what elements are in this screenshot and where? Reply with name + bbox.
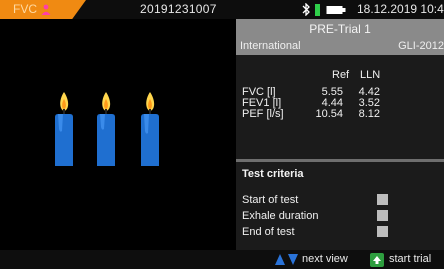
incentive-animation xyxy=(0,19,236,250)
arrow-up-icon xyxy=(373,256,381,264)
candle-icon xyxy=(97,92,115,166)
mode-label: FVC xyxy=(13,2,37,16)
candle-icon xyxy=(141,92,159,166)
criteria-item: End of test xyxy=(242,226,295,238)
candles-scene xyxy=(55,92,159,166)
start-trial-label: start trial xyxy=(389,253,432,265)
results-table: Ref LLN FVC [l] 5.55 4.42 FEV1 [l] 4.44 … xyxy=(236,57,444,157)
test-criteria: Test criteria Start of test Exhale durat… xyxy=(236,162,444,250)
criteria-status-box xyxy=(377,210,388,221)
criteria-item: Start of test xyxy=(242,194,299,206)
battery-icon xyxy=(326,6,346,14)
trial-panel: PRE-Trial 1 International GLI-2012 Ref L… xyxy=(236,19,444,250)
row-label: PEF [l/s] xyxy=(242,108,284,120)
bottom-action-bar: next view start trial xyxy=(0,250,444,269)
top-status-bar: FVC 20191231007 18.12.2019 10:48 xyxy=(0,0,444,19)
arrow-up-icon xyxy=(275,254,285,265)
criteria-status-box xyxy=(377,226,388,237)
person-icon xyxy=(41,4,51,15)
signal-icon xyxy=(315,4,320,16)
trial-title: PRE-Trial 1 xyxy=(309,22,371,36)
next-view-button[interactable] xyxy=(274,253,299,266)
mode-tab-fvc[interactable]: FVC xyxy=(0,0,86,19)
arrow-down-icon xyxy=(288,254,298,265)
column-header: Ref xyxy=(332,69,350,81)
lln-value: 8.12 xyxy=(358,108,380,120)
status-icons xyxy=(302,2,346,17)
norm-source: GLI-2012 xyxy=(398,40,444,52)
candle-icon xyxy=(55,92,73,166)
criteria-status-box xyxy=(377,194,388,205)
ref-value: 10.54 xyxy=(315,108,343,120)
trial-header: PRE-Trial 1 International GLI-2012 xyxy=(236,19,444,55)
column-header: LLN xyxy=(360,69,381,81)
patient-id: 20191231007 xyxy=(140,2,217,16)
start-trial-button[interactable] xyxy=(370,253,384,267)
date-time: 18.12.2019 10:48 xyxy=(357,2,444,16)
bluetooth-icon xyxy=(302,3,310,16)
norm-set: International xyxy=(240,40,301,52)
criteria-item: Exhale duration xyxy=(242,210,319,222)
criteria-heading: Test criteria xyxy=(242,168,304,180)
next-view-label: next view xyxy=(302,253,348,265)
